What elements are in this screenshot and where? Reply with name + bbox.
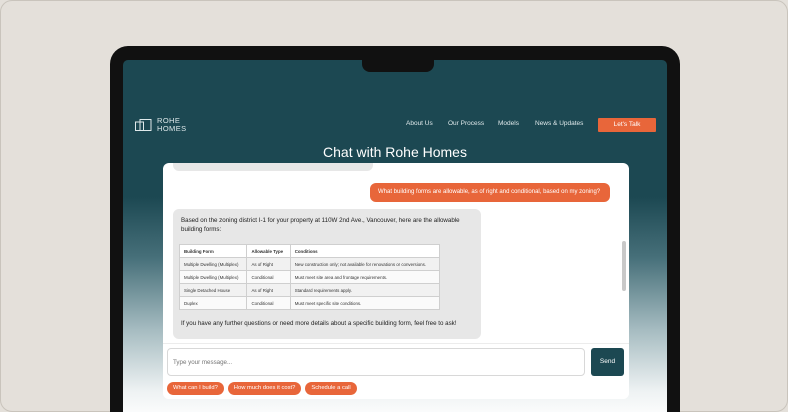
top-nav: ROHE HOMES About Us Our Process Models N… [123, 60, 667, 180]
table-header-row: Building Form Allowable Type Conditions [178, 244, 441, 258]
previous-ai-message [173, 163, 373, 171]
table-cell: Must meet site area and frontage require… [289, 270, 441, 284]
ai-message-footer: If you have any further questions or nee… [181, 320, 457, 327]
chat-scrollbar[interactable] [622, 241, 626, 291]
suggestion-what-can-i-build[interactable]: What can I build? [167, 382, 224, 395]
table-cell: New construction only; not available for… [289, 257, 441, 271]
table-row: Duplex Conditional Must meet specific si… [178, 296, 441, 310]
nav-about-us[interactable]: About Us [406, 120, 433, 127]
logo-text: ROHE HOMES [157, 117, 191, 133]
table-row: Multiple Dwelling (Multiplex) Conditiona… [178, 270, 441, 284]
ai-message: Based on the zoning district I-1 for you… [173, 209, 481, 339]
message-input[interactable] [167, 348, 585, 376]
table-cell: Conditional [246, 296, 291, 310]
table-row: Single Detached House As of Right Standa… [178, 283, 441, 297]
ai-message-intro: Based on the zoning district I-1 for you… [181, 217, 460, 233]
logo[interactable]: ROHE HOMES [135, 117, 191, 133]
nav-our-process[interactable]: Our Process [448, 120, 484, 127]
table-cell: As of Right [246, 283, 291, 297]
nav-news-updates[interactable]: News & Updates [535, 120, 583, 127]
building-forms-table: Building Form Allowable Type Conditions … [178, 244, 441, 310]
laptop-frame: ROHE HOMES About Us Our Process Models N… [110, 46, 680, 412]
logo-house-icon [135, 119, 152, 131]
send-button[interactable]: Send [591, 348, 624, 376]
table-cell: Single Detached House [178, 283, 248, 297]
table-header: Allowable Type [246, 244, 291, 258]
suggestion-chips: What can I build? How much does it cost?… [167, 382, 357, 395]
page-title: Chat with Rohe Homes [323, 144, 467, 160]
table-cell: Standard requirements apply. [289, 283, 441, 297]
nav-models[interactable]: Models [498, 120, 519, 127]
user-message: What building forms are allowable, as of… [370, 183, 610, 202]
table-cell: Must meet specific site conditions. [289, 296, 441, 310]
table-cell: Conditional [246, 270, 291, 284]
chat-panel: What building forms are allowable, as of… [163, 163, 629, 399]
table-header: Building Form [178, 244, 248, 258]
table-cell: As of Right [246, 257, 291, 271]
website-screen: ROHE HOMES About Us Our Process Models N… [123, 60, 667, 412]
logo-line-2: HOMES [157, 124, 187, 133]
suggestion-schedule-call[interactable]: Schedule a call [305, 382, 357, 395]
table-row: Multiple Dwelling (Multiplex) As of Righ… [178, 257, 441, 271]
message-composer: Send What can I build? How much does it … [163, 343, 629, 399]
table-cell: Duplex [178, 296, 248, 310]
lets-talk-button[interactable]: Let's Talk [598, 118, 656, 132]
table-header: Conditions [289, 244, 441, 258]
suggestion-cost[interactable]: How much does it cost? [227, 382, 302, 395]
table-cell: Multiple Dwelling (Multiplex) [178, 270, 248, 284]
camera-notch [362, 58, 434, 72]
table-cell: Multiple Dwelling (Multiplex) [178, 257, 248, 271]
